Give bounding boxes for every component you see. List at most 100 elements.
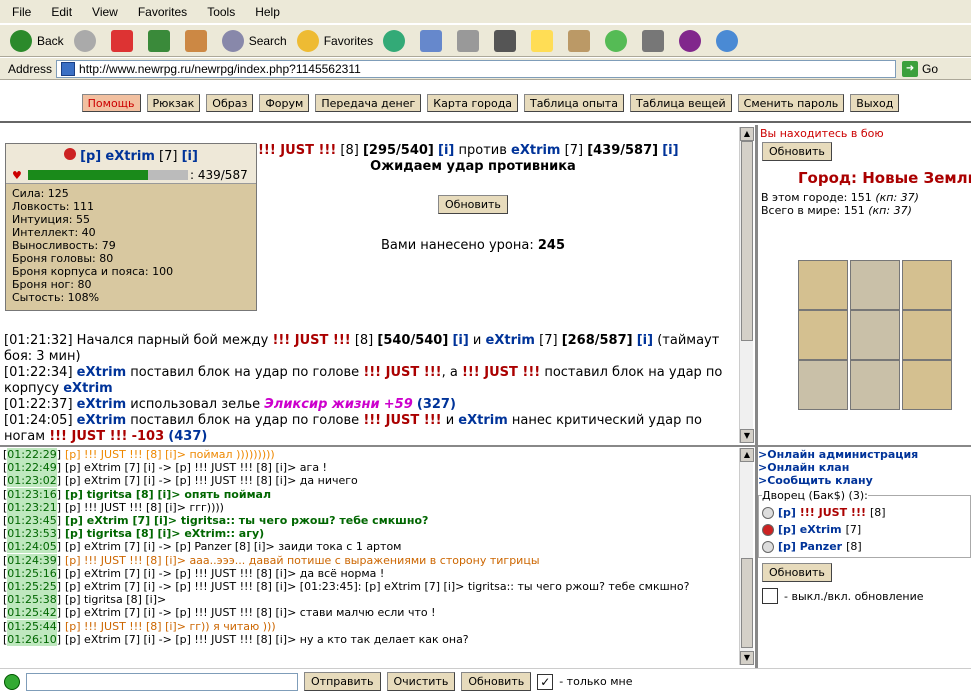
auto-refresh-checkbox[interactable] bbox=[762, 588, 778, 604]
chat-time[interactable]: 01:22:49 bbox=[7, 461, 57, 475]
chat-time[interactable]: 01:25:44 bbox=[7, 619, 57, 633]
nav-button-6[interactable]: Таблица опыта bbox=[524, 94, 624, 112]
clan-link-2[interactable]: >Сообщить клану bbox=[758, 474, 971, 487]
menu-1[interactable]: Edit bbox=[51, 5, 72, 19]
note-button[interactable] bbox=[531, 27, 558, 55]
chat-time[interactable]: 01:25:42 bbox=[7, 606, 57, 620]
nav-button-8[interactable]: Сменить пароль bbox=[737, 94, 845, 112]
chat-text: [p] !!! JUST !!! [8] [i]> поймал )))))))… bbox=[65, 448, 275, 461]
nav-button-3[interactable]: Форум bbox=[259, 94, 310, 112]
nav-button-7[interactable]: Таблица вещей bbox=[629, 94, 732, 112]
refresh-browser-button[interactable] bbox=[147, 27, 175, 55]
forward-button[interactable] bbox=[73, 27, 101, 55]
go-button[interactable]: ➜ Go bbox=[902, 60, 938, 77]
only-me-label: - только мне bbox=[559, 675, 633, 688]
messenger-button[interactable] bbox=[716, 27, 743, 55]
member-level: [8] bbox=[869, 506, 886, 519]
map-castle-icon[interactable] bbox=[798, 360, 848, 410]
nav-button-0[interactable]: Помощь bbox=[81, 94, 141, 112]
player-name-link[interactable]: eXtrim bbox=[511, 143, 560, 158]
back-icon bbox=[10, 29, 32, 52]
map-house-icon[interactable] bbox=[902, 360, 952, 410]
map-ruins-icon[interactable] bbox=[798, 260, 848, 310]
history-button[interactable] bbox=[383, 27, 410, 55]
chat-time[interactable]: 01:25:16 bbox=[7, 566, 57, 580]
map-ruins-icon[interactable] bbox=[902, 310, 952, 360]
chat-time[interactable]: 01:25:38 bbox=[7, 593, 57, 607]
player-name[interactable]: eXtrim bbox=[105, 149, 154, 164]
horizontal-divider[interactable] bbox=[0, 445, 971, 447]
send-button[interactable]: Отправить bbox=[304, 672, 381, 691]
map-ruins-icon[interactable] bbox=[902, 260, 952, 310]
clear-button[interactable]: Очистить bbox=[386, 672, 456, 691]
chat-input[interactable] bbox=[26, 672, 298, 691]
nav-button-2[interactable]: Образ bbox=[206, 94, 254, 112]
chat-time[interactable]: 01:23:16 bbox=[7, 487, 57, 501]
nav-button-4[interactable]: Передача денег bbox=[315, 94, 422, 112]
player-info-link[interactable]: [i] bbox=[662, 143, 678, 158]
clan-link-1[interactable]: >Онлайн клан bbox=[758, 461, 971, 474]
map-ruins-icon[interactable] bbox=[798, 310, 848, 360]
player-tag[interactable]: [p] bbox=[80, 149, 101, 164]
opponent-name[interactable]: !!! JUST !!! bbox=[258, 143, 336, 158]
scroll-thumb[interactable] bbox=[741, 558, 753, 648]
member-name[interactable]: Panzer bbox=[800, 540, 842, 553]
status-refresh-button[interactable]: Обновить bbox=[762, 142, 832, 161]
menu-0[interactable]: File bbox=[12, 5, 31, 19]
menu-5[interactable]: Help bbox=[255, 5, 280, 19]
member-name[interactable]: !!! JUST !!! bbox=[800, 506, 866, 519]
archive-button[interactable] bbox=[642, 27, 669, 55]
menu-4[interactable]: Tools bbox=[207, 5, 235, 19]
chat-time[interactable]: 01:23:21 bbox=[7, 500, 57, 514]
only-me-checkbox[interactable]: ✓ bbox=[537, 673, 554, 690]
flower-icon bbox=[605, 29, 628, 52]
mail-button[interactable] bbox=[420, 27, 447, 55]
chat-refresh-button[interactable]: Обновить bbox=[461, 672, 532, 691]
scroll-thumb[interactable] bbox=[741, 141, 753, 341]
chat-time[interactable]: 01:24:39 bbox=[7, 553, 57, 567]
nav-button-5[interactable]: Карта города bbox=[427, 94, 519, 112]
chat-text: [p] !!! JUST !!! [8] [i]> гг)) я читаю )… bbox=[65, 619, 276, 633]
smiley-icon[interactable] bbox=[4, 673, 20, 690]
scroll-down-icon[interactable]: ▼ bbox=[740, 651, 754, 665]
home-button[interactable] bbox=[184, 27, 212, 55]
map-castle-icon[interactable] bbox=[850, 310, 900, 360]
nav-button-9[interactable]: Выход bbox=[850, 94, 900, 112]
battle-log: [01:21:32] Начался парный бой между !!! … bbox=[4, 333, 737, 443]
opponent-hp: [295/540] bbox=[362, 143, 434, 158]
clan-link-0[interactable]: >Онлайн администрация bbox=[758, 448, 971, 461]
yahoo-button[interactable] bbox=[679, 27, 706, 55]
chat-message: [01:25:25] [p] eXtrim [7] [i] -> [p] !!! … bbox=[3, 580, 690, 594]
address-input[interactable]: http://www.newrpg.ru/newrpg/index.php?11… bbox=[56, 59, 897, 78]
research-button[interactable] bbox=[568, 27, 595, 55]
map-castle-icon[interactable] bbox=[850, 260, 900, 310]
player-info-header[interactable]: [i] bbox=[182, 149, 198, 164]
scroll-up-icon[interactable]: ▲ bbox=[740, 127, 754, 141]
chat-time[interactable]: 01:22:29 bbox=[7, 448, 57, 461]
battle-scrollbar[interactable]: ▲ ▼ bbox=[739, 127, 754, 443]
menu-2[interactable]: View bbox=[92, 5, 118, 19]
opponent-info-link[interactable]: [i] bbox=[438, 143, 454, 158]
menu-3[interactable]: Favorites bbox=[138, 5, 187, 19]
chat-time[interactable]: 01:24:05 bbox=[7, 540, 57, 554]
edit-button[interactable] bbox=[494, 27, 521, 55]
member-name[interactable]: eXtrim bbox=[800, 523, 842, 536]
back-button[interactable]: Back bbox=[10, 27, 64, 55]
chat-time[interactable]: 01:23:53 bbox=[7, 527, 57, 541]
map-castle-icon[interactable] bbox=[850, 360, 900, 410]
chat-time[interactable]: 01:23:02 bbox=[7, 474, 57, 488]
icq-button[interactable] bbox=[605, 27, 632, 55]
nav-button-1[interactable]: Рюкзак bbox=[146, 94, 201, 112]
battle-refresh-button[interactable]: Обновить bbox=[438, 195, 508, 214]
clan-refresh-button[interactable]: Обновить bbox=[762, 563, 832, 582]
search-button[interactable]: Search bbox=[221, 27, 287, 55]
chat-time[interactable]: 01:25:25 bbox=[7, 580, 57, 594]
chat-time[interactable]: 01:26:10 bbox=[7, 632, 57, 646]
scroll-down-icon[interactable]: ▼ bbox=[740, 429, 754, 443]
chat-scrollbar[interactable]: ▲ ▼ bbox=[739, 448, 754, 665]
chat-time[interactable]: 01:23:45 bbox=[7, 514, 57, 528]
stop-button[interactable] bbox=[110, 27, 138, 55]
favorites-button[interactable]: Favorites bbox=[296, 27, 373, 55]
scroll-up-icon[interactable]: ▲ bbox=[740, 448, 754, 462]
print-button[interactable] bbox=[457, 27, 484, 55]
